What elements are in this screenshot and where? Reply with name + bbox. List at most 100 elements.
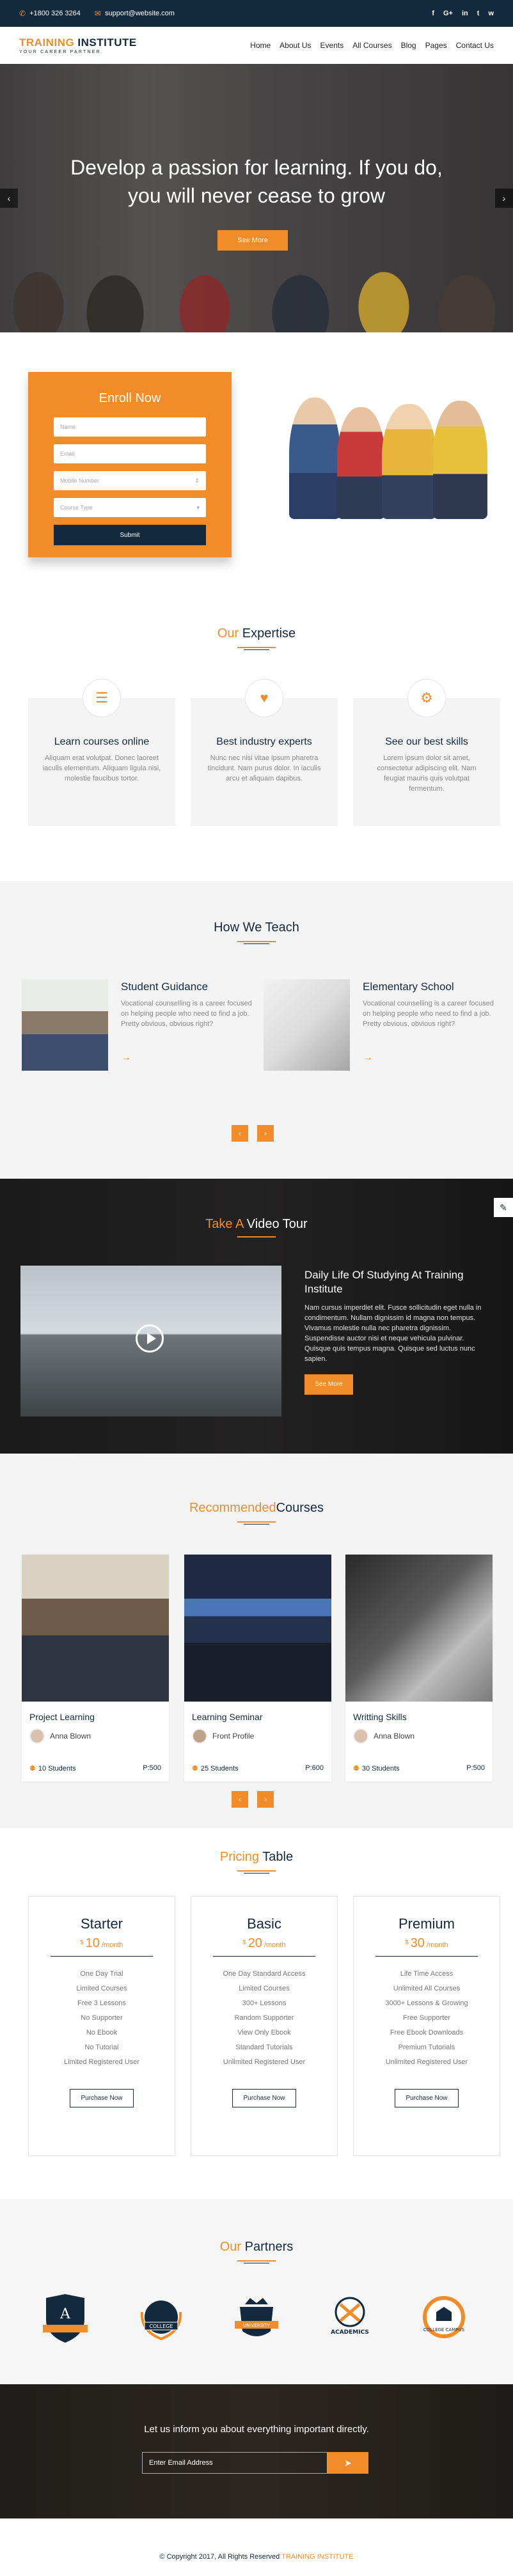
twitter-icon[interactable]: t xyxy=(477,10,480,17)
partner-logo-university[interactable]: UNIVERSITY xyxy=(228,2290,285,2347)
phone-contact[interactable]: ✆ +1800 326 3264 xyxy=(19,9,81,18)
courses-underline xyxy=(237,1521,276,1525)
purchase-now-button[interactable]: Purchase Now xyxy=(395,2089,459,2107)
expertise-card-text: Aliquam erat volutpat. Donec laoreet iac… xyxy=(42,754,161,782)
plan-feature: One Day Trial xyxy=(80,1970,123,1978)
facebook-icon[interactable]: f xyxy=(432,10,434,17)
nav-menu: Home About Us Events All Courses Blog Pa… xyxy=(250,41,494,50)
courses-title-accent: Recommended xyxy=(189,1501,276,1515)
video-title: Take A Video Tour xyxy=(0,1217,513,1232)
send-icon[interactable]: ➤ xyxy=(328,2452,368,2474)
teach-next-icon[interactable]: › xyxy=(257,1125,274,1142)
video-title-accent: Take A xyxy=(205,1217,244,1231)
course-type-select[interactable]: Course Type ▾ xyxy=(54,498,206,517)
chevron-down-icon: ▾ xyxy=(196,504,200,511)
nav-item-home[interactable]: Home xyxy=(250,41,271,50)
plan-feature: Standard Tutorials xyxy=(235,2044,293,2051)
course-card[interactable]: Project Learning Anna Blown ⚉ 10 Students… xyxy=(22,1555,169,1781)
nav-item-courses[interactable]: All Courses xyxy=(352,41,391,50)
expertise-card-title: Learn courses online xyxy=(54,736,150,747)
plan-feature: No Ebook xyxy=(86,2029,118,2037)
nav-item-blog[interactable]: Blog xyxy=(401,41,416,50)
plan-divider xyxy=(375,1956,478,1957)
name-placeholder: Name xyxy=(60,424,76,430)
logo-tagline: YOUR CAREER PARTNER xyxy=(19,50,101,54)
teach-prev-icon[interactable]: ‹ xyxy=(232,1125,248,1142)
list-icon: ☰ xyxy=(83,679,121,717)
expertise-card: ⚙ See our best skills Lorem ipsum dolor … xyxy=(353,679,500,826)
edit-icon[interactable]: ✎ xyxy=(494,1198,513,1217)
nav-item-about[interactable]: About Us xyxy=(280,41,311,50)
student-figure xyxy=(289,398,340,519)
teach-item-title[interactable]: Student Guidance xyxy=(121,981,208,993)
hero-headline-line1: Develop a passion for learning. If you d… xyxy=(70,156,443,179)
newsletter-section: Let us inform you about everything impor… xyxy=(0,2384,513,2518)
partner-logo-college[interactable]: COLLEGE xyxy=(133,2290,189,2347)
plan-feature: Limited Registered User xyxy=(64,2058,139,2066)
pricing-card: Premium $ 30 /month Life Time Access Unl… xyxy=(353,1896,500,2156)
courses-title-rest: Courses xyxy=(276,1501,324,1515)
course-card[interactable]: Learning Seminar Front Profile ⚉ 25 Stude… xyxy=(184,1555,331,1781)
arrow-right-icon[interactable]: → xyxy=(121,1052,131,1064)
course-price: P:500 xyxy=(143,1764,161,1772)
pricing-title: Pricing Table xyxy=(0,1850,513,1865)
play-icon[interactable] xyxy=(136,1324,164,1353)
plan-price: $ 10 /month xyxy=(29,1936,175,1951)
courses-title: RecommendedCourses xyxy=(0,1501,513,1516)
hero-next-arrow-icon[interactable]: › xyxy=(495,189,513,208)
copyright-text: © Copyright 2017, All Rights Reserved xyxy=(159,2553,282,2561)
site-logo[interactable]: TRAINING INSTITUTE YOUR CAREER PARTNER xyxy=(19,36,137,54)
plan-price: $ 20 /month xyxy=(191,1936,337,1951)
email-contact[interactable]: ✉ support@website.com xyxy=(95,9,175,18)
course-image xyxy=(22,1555,169,1702)
hero-prev-arrow-icon[interactable]: ‹ xyxy=(0,189,18,208)
footer-brand-link[interactable]: TRAINING INSTITUTE xyxy=(281,2553,353,2561)
course-title[interactable]: Project Learning xyxy=(29,1712,169,1722)
linkedin-icon[interactable]: in xyxy=(462,10,468,17)
partner-logo-academics[interactable]: ACADEMICS xyxy=(322,2290,378,2347)
purchase-now-button[interactable]: Purchase Now xyxy=(232,2089,296,2107)
video-see-more-button[interactable]: See More xyxy=(304,1374,353,1395)
svg-text:ACADEMICS: ACADEMICS xyxy=(331,2329,369,2336)
expertise-card-text: Nunc nec nisi vitae ipsum pharetra tinci… xyxy=(207,754,321,782)
whatsapp-icon[interactable]: w xyxy=(488,10,494,17)
course-author: Front Profile xyxy=(192,1728,331,1744)
plan-features: Life Time Access Unlimited All Courses 3… xyxy=(354,1967,500,2070)
plan-feature: Premium Tutorials xyxy=(398,2044,455,2051)
mobile-field[interactable]: Mobile Number ⇕ xyxy=(54,471,206,490)
plan-period: /month xyxy=(101,1941,123,1949)
course-title[interactable]: Writting Skills xyxy=(353,1712,493,1722)
email-field[interactable]: Email xyxy=(54,444,206,463)
courses-prev-icon[interactable]: ‹ xyxy=(232,1791,248,1808)
partner-logo-shield[interactable]: A xyxy=(37,2290,93,2347)
teach-underline xyxy=(237,941,276,944)
course-card[interactable]: Writting Skills Anna Blown ⚉ 30 Students … xyxy=(345,1555,493,1781)
shield-icon: A xyxy=(43,2294,88,2343)
hero-see-more-button[interactable]: See More xyxy=(217,230,288,251)
video-thumbnail[interactable] xyxy=(20,1266,281,1416)
svg-text:UNIVERSITY: UNIVERSITY xyxy=(243,2323,270,2328)
nav-item-contact[interactable]: Contact Us xyxy=(456,41,494,50)
arrow-right-icon[interactable]: → xyxy=(363,1052,373,1064)
nav-item-events[interactable]: Events xyxy=(320,41,344,50)
course-title[interactable]: Learning Seminar xyxy=(192,1712,331,1722)
teach-item-title[interactable]: Elementary School xyxy=(363,981,454,993)
plan-name: Basic xyxy=(247,1916,281,1932)
nav-item-pages[interactable]: Pages xyxy=(425,41,447,50)
name-field[interactable]: Name xyxy=(54,417,206,437)
enroll-submit-button[interactable]: Submit xyxy=(54,525,206,545)
pricing-title-accent: Pricing xyxy=(219,1850,260,1864)
partner-logo-college-campus[interactable]: COLLEGE CAMPUS xyxy=(416,2290,472,2347)
svg-text:A: A xyxy=(59,2306,71,2322)
phone-icon: ✆ xyxy=(19,9,26,18)
expertise-card-text: Lorem ipsum dolor sit amet, consectetur … xyxy=(377,754,477,793)
purchase-now-button[interactable]: Purchase Now xyxy=(70,2089,134,2107)
plan-amount: 10 xyxy=(85,1936,100,1950)
courses-next-icon[interactable]: › xyxy=(257,1791,274,1808)
users-icon: ⚉ xyxy=(192,1765,198,1773)
plan-feature: Free 3 Lessons xyxy=(77,1999,126,2007)
google-plus-icon[interactable]: G+ xyxy=(443,10,453,17)
plan-features: One Day Trial Limited Courses Free 3 Les… xyxy=(29,1967,175,2070)
newsletter-email-input[interactable]: Enter Email Address xyxy=(142,2452,328,2474)
stepper-icon[interactable]: ⇕ xyxy=(194,477,200,485)
